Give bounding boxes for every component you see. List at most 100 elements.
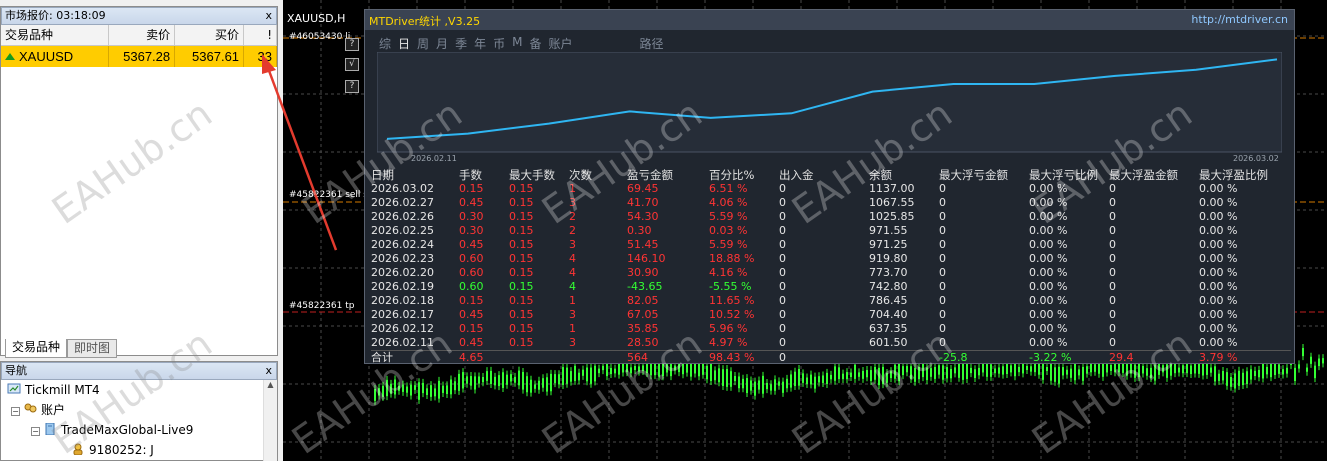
tab-10[interactable]: 路径 xyxy=(640,35,664,52)
table-cell: 2026.02.17 xyxy=(371,308,434,321)
header-ask[interactable]: 买价 xyxy=(174,25,245,46)
account-icon xyxy=(73,443,83,455)
tab-7[interactable]: M xyxy=(512,35,522,52)
tree-item-server[interactable]: − TradeMaxGlobal-Live9 xyxy=(1,420,263,440)
table-cell: 971.25 xyxy=(869,238,908,251)
table-row: 2026.02.20 0.60 0.15 4 30.90 4.16 % 0 773.70 0 0.… xyxy=(371,266,1291,280)
table-cell: 0 xyxy=(779,294,786,307)
tree-item-label: Tickmill MT4 xyxy=(25,383,100,397)
check-button[interactable]: √ xyxy=(345,58,359,71)
table-cell: 0 xyxy=(1109,196,1116,209)
help-button[interactable]: ? xyxy=(345,38,359,51)
tab-8[interactable]: 备 xyxy=(529,35,541,52)
daily-stats-table: 日期 手数 最大手数 次数 盈亏金额 百分比% 出入金 余额 最大浮亏金额 最大浮亏比例 最大浮盈金… xyxy=(371,168,1291,364)
total-cell: 0 xyxy=(779,351,786,364)
tab-9[interactable]: 账户 xyxy=(548,35,572,52)
table-cell: 0.60 xyxy=(459,252,484,265)
header-spread[interactable]: ! xyxy=(243,25,277,46)
tab-symbols[interactable]: 交易品种 xyxy=(5,339,68,358)
mtdriver-url-link[interactable]: http://mtdriver.cn xyxy=(1191,13,1288,26)
tab-0[interactable]: 综 xyxy=(379,35,391,52)
navigator-title: 导航 xyxy=(5,364,27,377)
header-bid[interactable]: 卖价 xyxy=(108,25,176,46)
table-cell: 2026.02.11 xyxy=(371,336,434,349)
close-icon[interactable]: x xyxy=(265,8,272,24)
tree-item-terminal[interactable]: Tickmill MT4 xyxy=(1,380,263,400)
column-header: 最大手数 xyxy=(509,168,555,182)
ask-cell: 5367.61 xyxy=(174,45,245,67)
market-watch-tabs: 交易品种 即时图 xyxy=(5,339,118,358)
table-row: 2026.02.26 0.30 0.15 2 54.30 5.59 % 0 1025.85 0 0… xyxy=(371,210,1291,224)
table-cell: 0 xyxy=(1109,308,1116,321)
table-cell: 0.00 % xyxy=(1199,294,1238,307)
column-header: 次数 xyxy=(569,168,592,182)
table-row[interactable]: XAUUSD 5367.28 5367.61 33 xyxy=(1,45,277,67)
table-cell: 4 xyxy=(569,280,576,293)
table-cell: 2026.02.20 xyxy=(371,266,434,279)
tree-item-account[interactable]: 9180252: J xyxy=(1,440,263,460)
table-cell: 3 xyxy=(569,308,576,321)
table-cell: 1 xyxy=(569,182,576,195)
table-cell: 0.00 % xyxy=(1029,266,1068,279)
table-cell: 4.97 % xyxy=(709,336,748,349)
tab-tick-chart[interactable]: 即时图 xyxy=(67,339,118,358)
table-cell: 0.15 xyxy=(459,322,484,335)
table-cell: 0 xyxy=(779,308,786,321)
table-cell: 0.15 xyxy=(459,182,484,195)
order-label-sell-stop: #45822361 sell st xyxy=(289,190,372,200)
tab-6[interactable]: 币 xyxy=(493,35,505,52)
table-cell: 6.51 % xyxy=(709,182,748,195)
table-cell: 0.00 % xyxy=(1029,336,1068,349)
order-label-limit: #46053430 li xyxy=(289,32,351,42)
total-cell: 4.65 xyxy=(459,351,484,364)
table-cell: 0 xyxy=(1109,252,1116,265)
table-cell: 5.59 % xyxy=(709,238,748,251)
table-cell: 0 xyxy=(779,238,786,251)
column-header: 百分比% xyxy=(709,168,755,182)
table-cell: 0.15 xyxy=(509,182,534,195)
table-cell: 1 xyxy=(569,322,576,335)
collapse-icon[interactable]: − xyxy=(11,407,20,416)
table-cell: 0.03 % xyxy=(709,224,748,237)
table-cell: 5.96 % xyxy=(709,322,748,335)
collapse-icon[interactable]: − xyxy=(31,427,40,436)
navigator-scrollbar[interactable]: ▲ xyxy=(263,380,277,461)
tab-5[interactable]: 年 xyxy=(474,35,486,52)
tab-4[interactable]: 季 xyxy=(455,35,467,52)
table-row: 2026.02.18 0.15 0.15 1 82.05 11.65 % 0 786.45 0 0… xyxy=(371,294,1291,308)
tab-2[interactable]: 周 xyxy=(417,35,429,52)
table-cell: 0.00 % xyxy=(1199,210,1238,223)
table-cell: 0.15 xyxy=(509,336,534,349)
table-cell: 0.45 xyxy=(459,238,484,251)
navigator-title-bar: 导航 x xyxy=(1,362,277,380)
table-cell: 28.50 xyxy=(627,336,659,349)
table-cell: 0 xyxy=(939,224,946,237)
table-cell: 0 xyxy=(1109,266,1116,279)
tab-1[interactable]: 日 xyxy=(398,35,410,52)
table-cell: 0.00 % xyxy=(1029,252,1068,265)
tree-item-accounts[interactable]: − 账户 xyxy=(1,400,263,420)
column-header: 日期 xyxy=(371,168,394,182)
symbol-cell[interactable]: XAUUSD xyxy=(1,45,110,67)
table-cell: 0 xyxy=(779,336,786,349)
balance-curve-chart: 2026.02.11 2026.03.02 xyxy=(377,52,1282,163)
question-button[interactable]: ? xyxy=(345,80,359,93)
table-cell: 0.00 % xyxy=(1199,308,1238,321)
table-row: 2026.02.11 0.45 0.15 3 28.50 4.97 % 0 601.50 0 0.… xyxy=(371,336,1291,350)
table-cell: 0.15 xyxy=(509,238,534,251)
close-icon[interactable]: x xyxy=(265,363,272,379)
table-cell: 2026.02.24 xyxy=(371,238,434,251)
table-cell: 10.52 % xyxy=(709,308,755,321)
header-symbol[interactable]: 交易品种 xyxy=(1,25,110,46)
scroll-up-icon[interactable]: ▲ xyxy=(264,380,277,389)
table-cell: 146.10 xyxy=(627,252,666,265)
tab-3[interactable]: 月 xyxy=(436,35,448,52)
table-row: 2026.02.24 0.45 0.15 3 51.45 5.59 % 0 971.25 0 0.… xyxy=(371,238,1291,252)
mtdriver-stats-panel: MTDriver统计 ,V3.25 http://mtdriver.cn 综日周… xyxy=(364,9,1295,364)
table-cell: 0 xyxy=(1109,238,1116,251)
table-cell: 11.65 % xyxy=(709,294,755,307)
column-header: 盈亏金额 xyxy=(627,168,673,182)
total-cell: 98.43 % xyxy=(709,351,755,364)
column-header: 出入金 xyxy=(779,168,814,182)
table-cell: 0 xyxy=(939,238,946,251)
